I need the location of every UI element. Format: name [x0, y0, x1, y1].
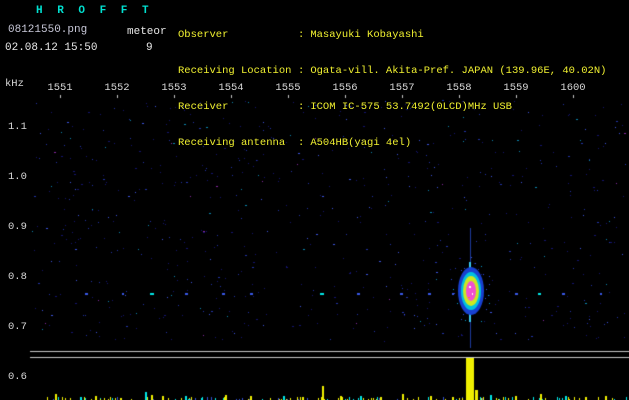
- info-value: Masayuki Kobayashi: [310, 29, 424, 41]
- y-tick-label: 0.6: [8, 371, 27, 383]
- x-tick-label: 1555: [275, 82, 301, 94]
- info-label: Receiving Location: [178, 65, 292, 77]
- observation-mode: meteor: [127, 26, 167, 38]
- x-tick-label: 1559: [503, 82, 529, 94]
- output-filename: 08121550.png: [8, 24, 88, 36]
- info-row-location: Receiving Location: Ogata-vill. Akita-Pre…: [178, 65, 606, 77]
- timestamp: 02.08.12 15:50: [5, 42, 98, 54]
- app-title: H R O F F T: [36, 5, 153, 17]
- info-value: ICOM IC-575 53.7492(0LCD)MHz USB: [310, 101, 512, 113]
- info-value: A504HB(yagi 4el): [310, 137, 412, 149]
- y-tick-label: 0.7: [8, 321, 27, 333]
- x-tick-label: 1600: [560, 82, 586, 94]
- info-label: Observer: [178, 29, 229, 41]
- x-tick-label: 1556: [332, 82, 358, 94]
- info-value: Ogata-vill. Akita-Pref. JAPAN (139.96E, …: [310, 65, 607, 77]
- frequency-unit-label: kHz: [5, 78, 24, 90]
- y-tick-label: 0.9: [8, 221, 27, 233]
- info-row-antenna: Receiving antenna: A504HB(yagi 4el): [178, 137, 606, 149]
- colon: :: [298, 29, 305, 41]
- y-tick-label: 1.1: [8, 121, 27, 133]
- hrofft-screen: H R O F F T 08121550.png meteor 02.08.12…: [0, 0, 629, 400]
- x-tick-label: 1558: [446, 82, 472, 94]
- colon: :: [298, 137, 305, 149]
- colon: :: [298, 101, 305, 113]
- info-label: Receiving antenna: [178, 137, 286, 149]
- y-tick-label: 1.0: [8, 171, 27, 183]
- colon: :: [298, 65, 305, 77]
- x-tick-label: 1554: [218, 82, 244, 94]
- info-row-receiver: Receiver: ICOM IC-575 53.7492(0LCD)MHz US…: [178, 101, 606, 113]
- info-label: Receiver: [178, 101, 229, 113]
- x-tick-label: 1553: [161, 82, 187, 94]
- x-tick-label: 1557: [389, 82, 415, 94]
- info-row-observer: Observer: Masayuki Kobayashi: [178, 29, 606, 41]
- x-tick-label: 1551: [47, 82, 73, 94]
- echo-count: 9: [146, 42, 153, 54]
- y-tick-label: 0.8: [8, 271, 27, 283]
- x-tick-label: 1552: [104, 82, 130, 94]
